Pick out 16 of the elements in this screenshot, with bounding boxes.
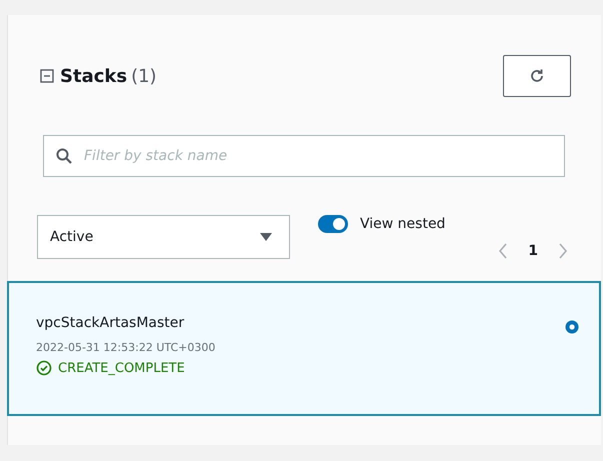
stack-name: vpcStackArtasMaster xyxy=(36,315,186,331)
refresh-icon xyxy=(528,67,546,85)
collapse-icon[interactable] xyxy=(40,69,54,83)
toggle-switch[interactable] xyxy=(318,215,348,233)
toggle-label: View nested xyxy=(360,216,446,232)
dropdown-caret-icon xyxy=(259,232,273,242)
panel-title: Stacks xyxy=(60,66,128,86)
stack-status: CREATE_COMPLETE xyxy=(58,360,185,376)
stack-timestamp: 2022-05-31 12:53:22 UTC+0300 xyxy=(36,341,216,354)
stack-card[interactable]: vpcStackArtasMaster 2022-05-31 12:53:22 UTC+0300 CREATE_COMPLETE xyxy=(7,281,601,416)
status-dropdown[interactable]: Active xyxy=(37,215,290,259)
stack-count: (1) xyxy=(131,66,157,86)
refresh-button[interactable] xyxy=(503,55,571,97)
radio-icon[interactable] xyxy=(565,320,579,334)
search-field[interactable]: Filter by stack name xyxy=(43,135,565,177)
page-number[interactable]: 1 xyxy=(528,243,538,259)
